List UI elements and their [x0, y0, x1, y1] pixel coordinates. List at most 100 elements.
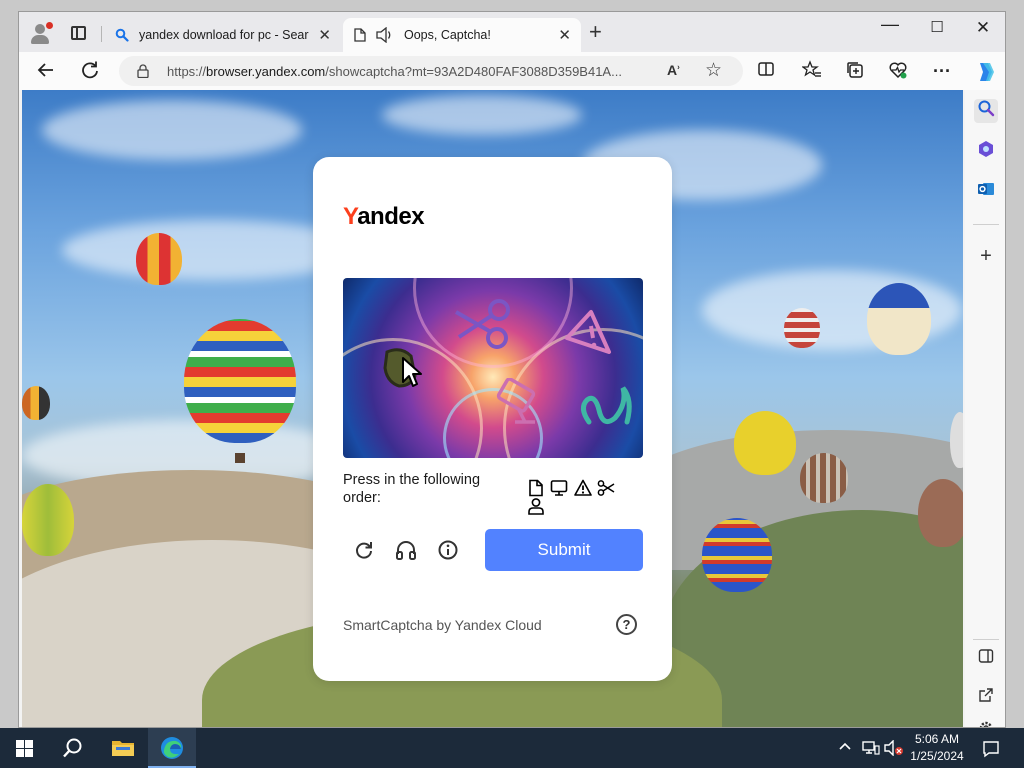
smartcaptcha-credit: SmartCaptcha by Yandex Cloud: [343, 617, 542, 633]
url-path: /showcaptcha?mt=93A2D480FAF3088D359B41A.…: [325, 64, 622, 79]
clock-date: 1/25/2024: [910, 749, 964, 763]
edge-sidebar: +: [965, 90, 1005, 727]
gear-icon: [979, 721, 993, 727]
divider: [973, 639, 999, 640]
favorites-button[interactable]: [801, 60, 823, 82]
panel-icon: [978, 649, 994, 663]
url-prefix: https://: [167, 64, 207, 79]
person-icon[interactable]: [575, 378, 639, 438]
tab-captcha[interactable]: Oops, Captcha! ✕: [343, 18, 581, 52]
sidebar-copilot-button[interactable]: [974, 140, 998, 164]
taskbar-search-button[interactable]: [48, 728, 96, 768]
sidebar-open-external-button[interactable]: [974, 687, 998, 711]
info-icon: [438, 540, 458, 560]
sidebar-settings-button[interactable]: [974, 720, 998, 727]
captcha-task-image[interactable]: [343, 278, 643, 458]
taskbar-clock[interactable]: 5:06 AM 1/25/2024: [906, 731, 968, 765]
warning-icon[interactable]: [559, 308, 615, 360]
maximize-button[interactable]: ☐: [914, 18, 960, 36]
captcha-info-button[interactable]: [437, 539, 459, 561]
windows-taskbar: 5:06 AM 1/25/2024: [0, 728, 1024, 768]
audio-captcha-button[interactable]: [395, 539, 417, 561]
sidebar-toggle-button[interactable]: [974, 648, 998, 672]
address-bar[interactable]: https://browser.yandex.com/showcaptcha?m…: [119, 56, 743, 86]
monitor-icon: [550, 479, 568, 497]
refresh-captcha-button[interactable]: [353, 539, 375, 561]
navigation-toolbar: https://browser.yandex.com/showcaptcha?m…: [19, 52, 1005, 90]
copilot-button[interactable]: [973, 60, 995, 82]
external-link-icon: [979, 688, 993, 702]
person-icon: [527, 497, 545, 515]
close-tab-icon[interactable]: ✕: [558, 26, 571, 44]
taskbar-edge[interactable]: [148, 728, 196, 768]
notification-icon: [983, 741, 999, 758]
favorite-star-icon[interactable]: ☆: [705, 59, 722, 82]
scissors-icon: [597, 479, 615, 497]
sidebar-outlook-button[interactable]: [974, 180, 998, 204]
collections-icon: [847, 62, 863, 78]
tab-search[interactable]: yandex download for pc - Search ✕: [105, 18, 341, 52]
hexagon-app-icon: [979, 141, 993, 157]
sidebar-search-button[interactable]: [974, 99, 998, 123]
tab-title: Oops, Captcha!: [404, 28, 491, 42]
url-host: browser.yandex.com: [206, 64, 326, 79]
split-screen-icon: [758, 62, 774, 76]
volume-tray-icon[interactable]: [884, 739, 904, 759]
captcha-order-sequence: [527, 479, 623, 515]
close-window-button[interactable]: ✕: [960, 18, 1005, 38]
profile-avatar-icon[interactable]: [29, 22, 53, 44]
scissors-icon[interactable]: [451, 292, 517, 354]
browser-window: yandex download for pc - Search ✕ Oops, …: [18, 11, 1006, 728]
captcha-card: Yandex Press in the following order: Sub…: [313, 157, 672, 681]
search-icon: [978, 100, 995, 117]
favorites-list-icon: [801, 60, 821, 77]
url-text[interactable]: https://browser.yandex.com/showcaptcha?m…: [167, 64, 657, 79]
split-screen-button[interactable]: [755, 60, 777, 82]
notifications-button[interactable]: [982, 740, 1000, 761]
lock-icon[interactable]: [137, 64, 149, 78]
clock-time: 5:06 AM: [914, 732, 960, 746]
help-icon[interactable]: ?: [616, 614, 637, 635]
chevron-up-icon: [839, 742, 851, 750]
tab-strip: yandex download for pc - Search ✕ Oops, …: [19, 12, 1005, 52]
divider: [101, 26, 102, 42]
taskbar-file-explorer[interactable]: [98, 728, 146, 768]
document-icon: [527, 479, 545, 497]
show-hidden-icons-button[interactable]: [838, 740, 852, 757]
copilot-icon: [980, 63, 994, 81]
edge-browser-icon: [161, 737, 183, 759]
cursor-icon: [402, 357, 422, 387]
refresh-icon: [356, 542, 372, 559]
collections-button[interactable]: [844, 60, 866, 82]
submit-button[interactable]: Submit: [485, 529, 643, 571]
back-button[interactable]: [35, 60, 57, 82]
outlook-icon: [978, 183, 994, 195]
search-icon: [115, 28, 129, 42]
headphones-icon: [396, 541, 416, 560]
tab-title: yandex download for pc - Search: [139, 28, 309, 42]
network-icon: [862, 741, 880, 755]
heart-pulse-icon: [889, 62, 907, 79]
settings-more-button[interactable]: ···: [931, 60, 953, 82]
speaker-muted-icon: [884, 739, 903, 757]
network-tray-icon[interactable]: [862, 740, 880, 759]
speaker-icon[interactable]: [376, 27, 393, 43]
warning-icon: [574, 479, 592, 497]
yandex-logo: Yandex: [343, 203, 425, 230]
windows-logo-icon: [16, 740, 33, 757]
sidebar-add-button[interactable]: +: [974, 244, 998, 268]
tab-actions-icon[interactable]: [71, 26, 86, 40]
back-arrow-icon: [37, 63, 53, 77]
captcha-instruction: Press in the following order:: [343, 472, 481, 506]
folder-icon: [112, 741, 134, 756]
refresh-button[interactable]: [79, 60, 101, 82]
start-button[interactable]: [0, 728, 48, 768]
read-aloud-icon[interactable]: A›: [667, 62, 680, 78]
minimize-button[interactable]: —: [867, 14, 913, 35]
close-tab-icon[interactable]: ✕: [318, 26, 331, 44]
browser-essentials-button[interactable]: [887, 60, 909, 82]
page-background: Yandex Press in the following order: Sub…: [22, 90, 963, 727]
monitor-icon[interactable]: [495, 378, 547, 426]
divider: [973, 224, 999, 225]
new-tab-button[interactable]: +: [589, 21, 602, 43]
